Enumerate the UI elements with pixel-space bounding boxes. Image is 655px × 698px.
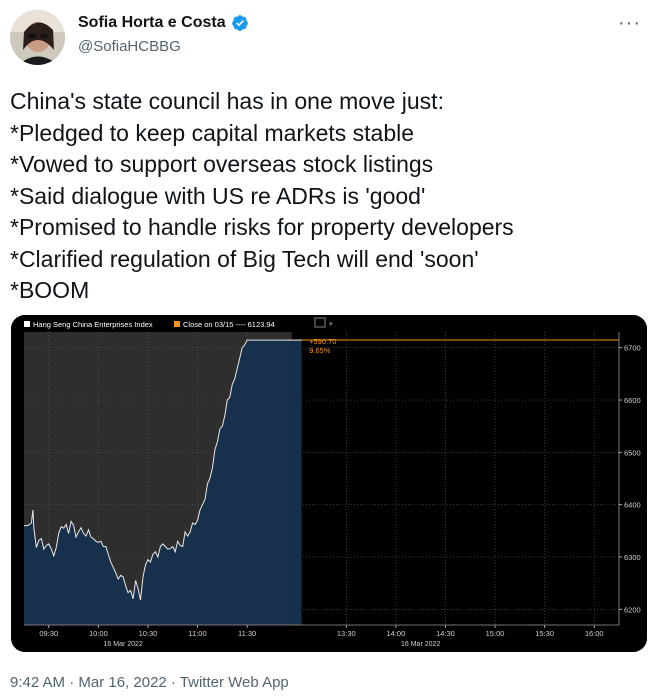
y-tick-label: 6600 [624,396,641,405]
tweet-line: *Said dialogue with US re ADRs is 'good' [10,182,426,209]
x-tick-label: 13:30 [337,629,356,638]
date-label: 16 Mar 2022 [104,641,143,648]
more-options-icon[interactable]: ··· [618,12,641,35]
y-tick-label: 6700 [624,344,641,353]
x-tick-label: 10:00 [89,629,108,638]
author-handle[interactable]: @SofiaHCBBG [78,38,181,55]
tweet-text: China's state council has in one move ju… [10,86,640,307]
legend-label-close: Close on 03/15 ---- 6123.94 [183,320,275,329]
author-name-row: Sofia Horta e Costa [78,14,249,32]
tweet-line: *Promised to handle risks for property d… [10,214,514,240]
legend-swatch-close [174,321,180,327]
legend-swatch-index [24,321,30,327]
change-annotation-pct: 9.65% [309,346,331,355]
avatar[interactable] [10,10,65,65]
y-tick-label: 6300 [624,553,641,562]
y-tick-label: 6200 [624,605,641,614]
hscei-chart: 6200 6300 6400 6500 6600 6700 09:30 10:00 10:30 1… [11,315,647,652]
tweet-line: *Pledged to keep capital markets stable [10,119,415,146]
tweet-line: *Vowed to support overseas stock listing… [10,151,434,177]
verified-badge-icon [231,15,248,31]
x-tick-label: 14:00 [386,629,405,638]
y-tick-label: 6500 [624,448,641,457]
x-tick-label: 16:00 [585,629,604,638]
author-name[interactable]: Sofia Horta e Costa [78,14,226,32]
tweet-line: *Clarified regulation of Big Tech will e… [10,245,479,272]
x-tick-label: 11:30 [238,629,256,638]
change-annotation-value: +590.70 [309,337,336,346]
x-tick-label: 10:30 [139,629,158,638]
chart-image[interactable]: 6200 6300 6400 6500 6600 6700 09:30 10:00 10:30 1… [11,315,647,652]
legend-label-index: Hang Seng China Enterprises Index [33,320,153,329]
x-tick-label: 09:30 [39,629,58,638]
chart-settings-caret-icon: ▾ [329,321,333,328]
x-tick-label: 11:00 [188,629,206,638]
date-label: 16 Mar 2022 [401,641,440,648]
y-tick-label: 6400 [624,501,641,510]
x-tick-label: 14:30 [436,629,455,638]
tweet-timestamp[interactable]: 9:42 AM · Mar 16, 2022 · Twitter Web App [10,674,289,691]
x-tick-label: 15:30 [535,629,554,638]
x-tick-label: 15:00 [486,629,505,638]
tweet-line: China's state council has in one move ju… [10,88,444,114]
profile-photo-icon [10,10,65,65]
tweet-line: *BOOM [10,277,90,303]
